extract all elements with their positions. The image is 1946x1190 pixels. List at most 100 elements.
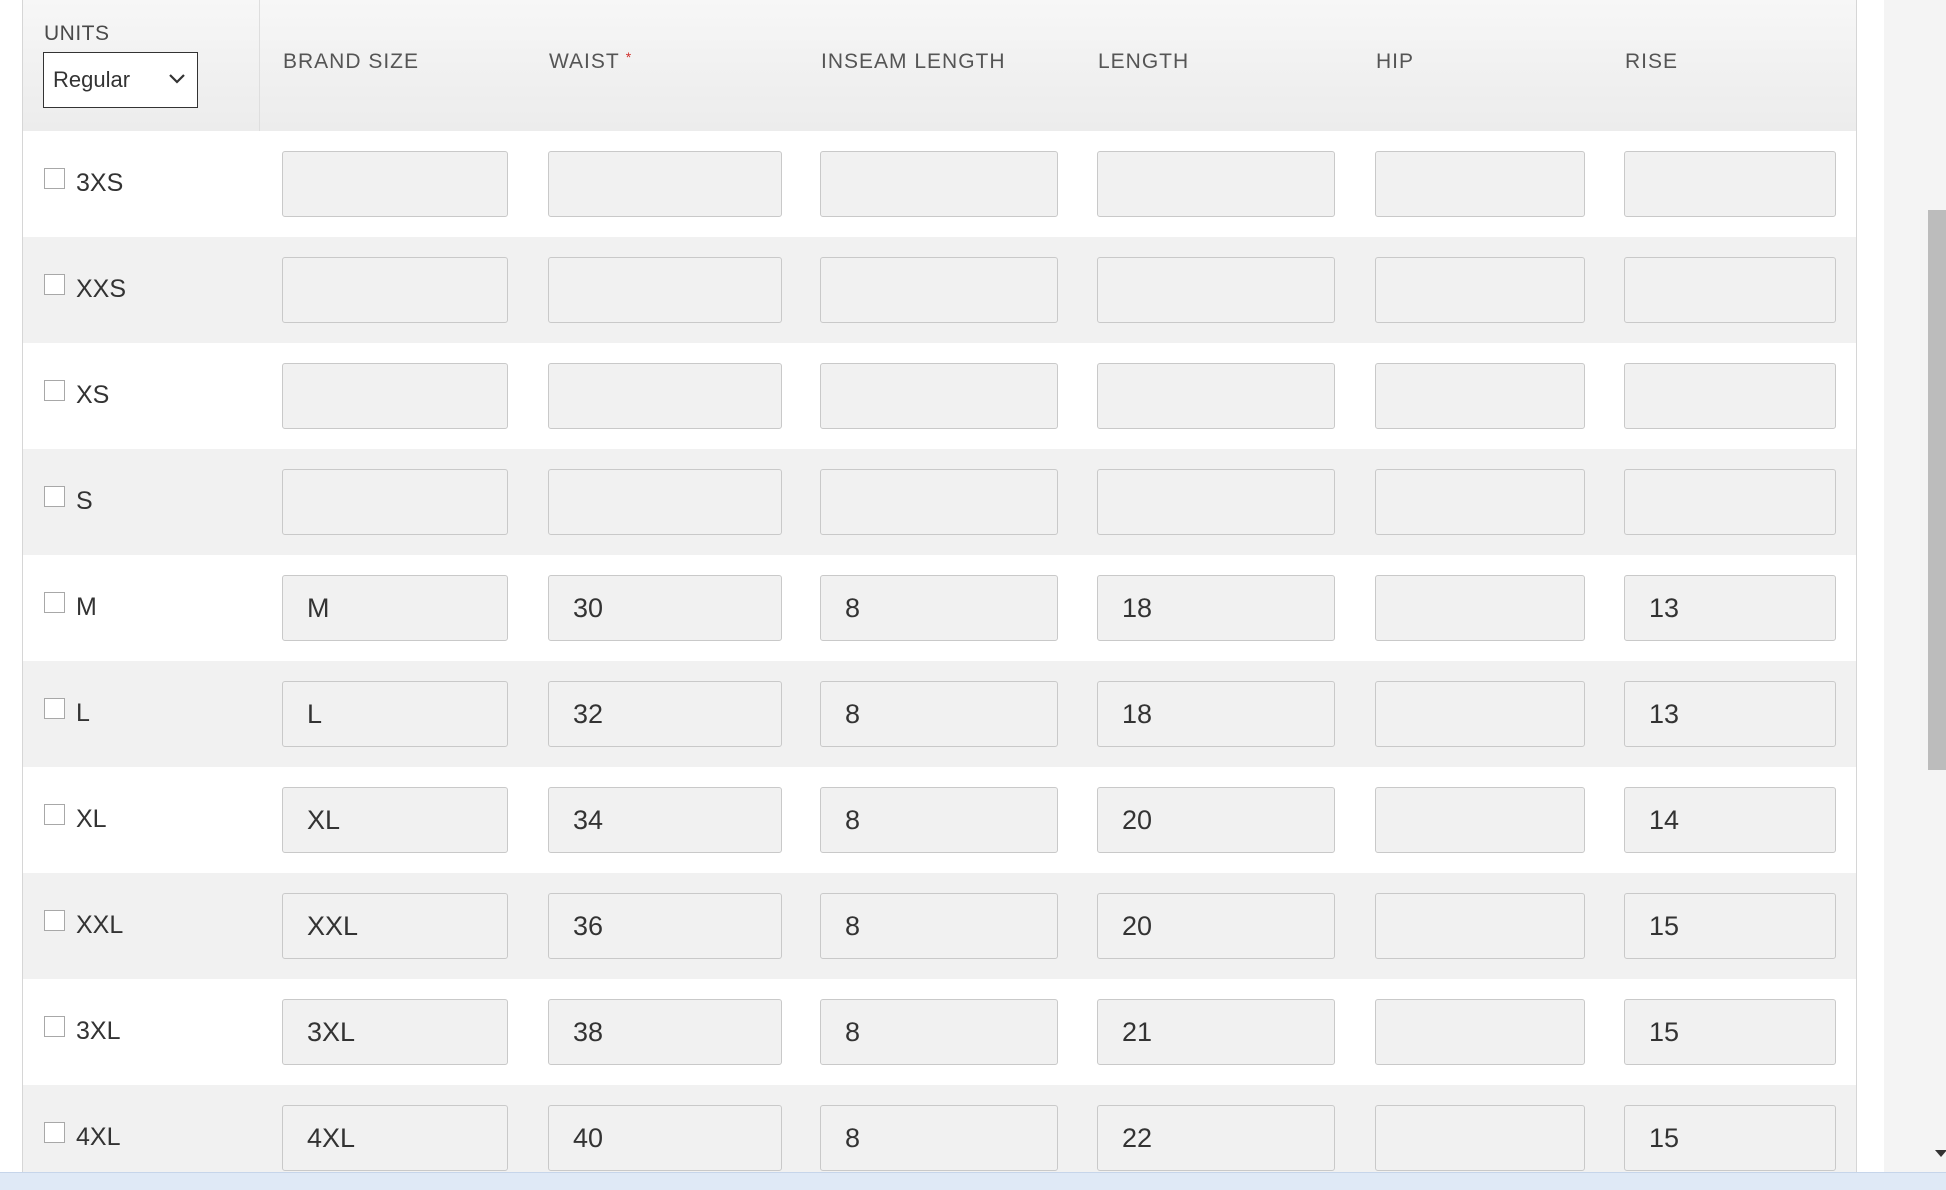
rise-input[interactable]: 15 — [1624, 999, 1836, 1065]
hip-input[interactable] — [1375, 787, 1585, 853]
length-input[interactable]: 20 — [1097, 787, 1335, 853]
size-checkbox[interactable] — [44, 380, 65, 401]
hip-input[interactable] — [1375, 1105, 1585, 1171]
length-input[interactable] — [1097, 257, 1335, 323]
brand-size-input[interactable]: 3XL — [282, 999, 508, 1065]
size-checkbox[interactable] — [44, 698, 65, 719]
inseam-length-input[interactable]: 8 — [820, 681, 1058, 747]
length-input[interactable]: 20 — [1097, 893, 1335, 959]
size-label: XS — [76, 381, 110, 409]
size-chart-panel: UNITS Regular BRAND SIZE WAIST * INSEAM LEN… — [22, 0, 1857, 1172]
column-header-label: LENGTH — [1098, 50, 1190, 73]
table-row: 3XL 3XL 38 8 21 15 — [23, 979, 1856, 1085]
waist-input[interactable]: 34 — [548, 787, 782, 853]
rise-input[interactable]: 15 — [1624, 1105, 1836, 1171]
brand-size-input[interactable]: M — [282, 575, 508, 641]
waist-input[interactable] — [548, 151, 782, 217]
size-checkbox[interactable] — [44, 804, 65, 825]
waist-input[interactable] — [548, 363, 782, 429]
inseam-length-input[interactable]: 8 — [820, 893, 1058, 959]
size-checkbox[interactable] — [44, 168, 65, 189]
size-checkbox[interactable] — [44, 486, 65, 507]
column-header-length: LENGTH — [1098, 50, 1189, 74]
inseam-length-input[interactable] — [820, 257, 1058, 323]
units-select[interactable]: Regular — [43, 52, 198, 108]
inseam-length-input[interactable]: 8 — [820, 999, 1058, 1065]
hip-input[interactable] — [1375, 999, 1585, 1065]
size-checkbox[interactable] — [44, 274, 65, 295]
rise-input[interactable]: 13 — [1624, 681, 1836, 747]
inseam-length-input[interactable]: 8 — [820, 575, 1058, 641]
hip-input[interactable] — [1375, 469, 1585, 535]
scroll-down-arrow-icon[interactable] — [1935, 1150, 1946, 1157]
waist-input[interactable]: 40 — [548, 1105, 782, 1171]
hip-input[interactable] — [1375, 151, 1585, 217]
table-row: XL XL 34 8 20 14 — [23, 767, 1856, 873]
waist-input[interactable]: 38 — [548, 999, 782, 1065]
size-checkbox[interactable] — [44, 1016, 65, 1037]
waist-input[interactable] — [548, 257, 782, 323]
hip-input[interactable] — [1375, 575, 1585, 641]
size-label: 3XS — [76, 169, 124, 197]
size-label: M — [76, 593, 97, 621]
waist-input[interactable]: 32 — [548, 681, 782, 747]
length-input[interactable] — [1097, 151, 1335, 217]
table-row: M M 30 8 18 13 — [23, 555, 1856, 661]
table-row: S — [23, 449, 1856, 555]
size-label: XL — [76, 805, 107, 833]
hip-input[interactable] — [1375, 681, 1585, 747]
brand-size-input[interactable] — [282, 469, 508, 535]
column-header-label: INSEAM LENGTH — [821, 50, 1006, 73]
length-input[interactable] — [1097, 363, 1335, 429]
rise-input[interactable] — [1624, 363, 1836, 429]
waist-input[interactable]: 30 — [548, 575, 782, 641]
brand-size-input[interactable]: XXL — [282, 893, 508, 959]
size-label: XXS — [76, 275, 127, 303]
inseam-length-input[interactable]: 8 — [820, 787, 1058, 853]
column-header-waist: WAIST * — [549, 49, 633, 74]
inseam-length-input[interactable] — [820, 151, 1058, 217]
size-label: 3XL — [76, 1017, 121, 1045]
column-header-inseam-length: INSEAM LENGTH — [821, 50, 1006, 74]
inseam-length-input[interactable]: 8 — [820, 1105, 1058, 1171]
hip-input[interactable] — [1375, 257, 1585, 323]
inseam-length-input[interactable] — [820, 363, 1058, 429]
rise-input[interactable] — [1624, 469, 1836, 535]
rise-input[interactable] — [1624, 257, 1836, 323]
rise-input[interactable]: 14 — [1624, 787, 1836, 853]
waist-input[interactable] — [548, 469, 782, 535]
length-input[interactable]: 18 — [1097, 575, 1335, 641]
brand-size-input[interactable] — [282, 363, 508, 429]
chevron-down-icon — [169, 74, 185, 84]
size-label: XXL — [76, 911, 124, 939]
hip-input[interactable] — [1375, 893, 1585, 959]
length-input[interactable] — [1097, 469, 1335, 535]
required-marker: * — [625, 49, 633, 65]
brand-size-input[interactable]: XL — [282, 787, 508, 853]
column-header-label: BRAND SIZE — [283, 50, 420, 73]
length-input[interactable]: 18 — [1097, 681, 1335, 747]
column-header-label: RISE — [1625, 50, 1679, 73]
waist-input[interactable]: 36 — [548, 893, 782, 959]
column-header-rise: RISE — [1625, 50, 1678, 74]
rise-input[interactable]: 15 — [1624, 893, 1836, 959]
length-input[interactable]: 21 — [1097, 999, 1335, 1065]
rise-input[interactable]: 13 — [1624, 575, 1836, 641]
length-input[interactable]: 22 — [1097, 1105, 1335, 1171]
size-checkbox[interactable] — [44, 592, 65, 613]
units-select-value: Regular — [53, 67, 131, 92]
size-label: L — [76, 699, 90, 727]
size-checkbox[interactable] — [44, 910, 65, 931]
brand-size-input[interactable]: 4XL — [282, 1105, 508, 1171]
brand-size-input[interactable] — [282, 151, 508, 217]
scrollbar-thumb[interactable] — [1928, 210, 1946, 770]
size-label: S — [76, 487, 93, 515]
size-checkbox[interactable] — [44, 1122, 65, 1143]
brand-size-input[interactable]: L — [282, 681, 508, 747]
inseam-length-input[interactable] — [820, 469, 1058, 535]
brand-size-input[interactable] — [282, 257, 508, 323]
units-label: UNITS — [44, 22, 110, 45]
column-header-hip: HIP — [1376, 50, 1414, 74]
hip-input[interactable] — [1375, 363, 1585, 429]
rise-input[interactable] — [1624, 151, 1836, 217]
